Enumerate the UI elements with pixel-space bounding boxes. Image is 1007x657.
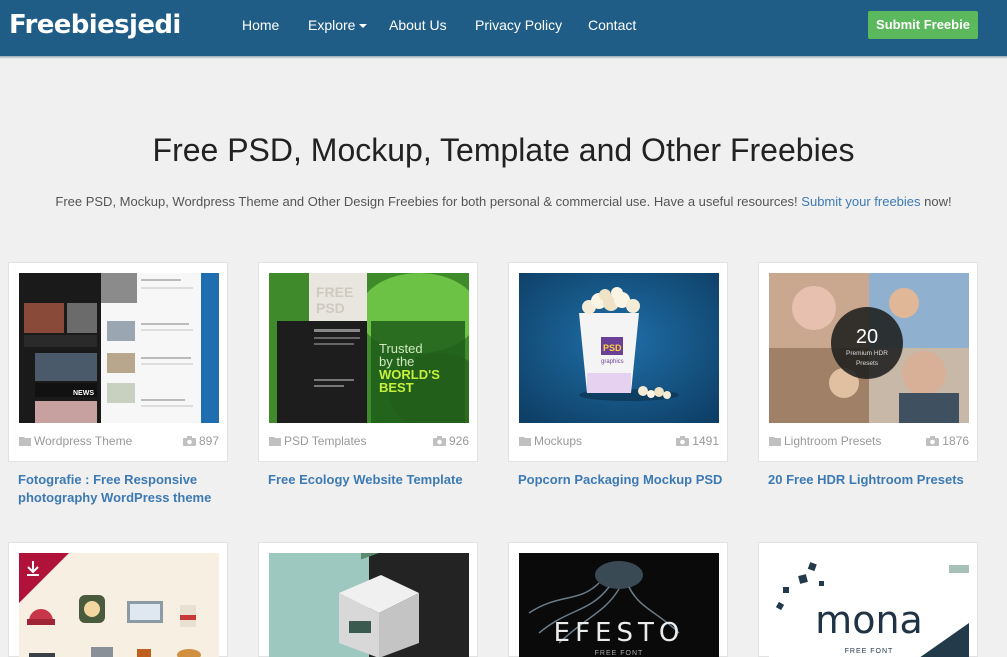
card-category[interactable]: Mockups [519,434,582,448]
views-count: 926 [448,434,469,448]
thumb-presets-line1: Premium HDR [846,350,888,357]
nav-privacy[interactable]: Privacy Policy [475,17,562,33]
thumb-efesto-title: EFESTO [554,618,685,648]
subtitle-text: Free PSD, Mockup, Wordpress Theme and Ot… [55,194,798,209]
thumb-mona-title: mona [815,598,923,642]
nav-about[interactable]: About Us [389,17,447,33]
card-thumbnail[interactable]: NEWS [19,273,219,423]
card-title[interactable]: Fotografie : Free Responsive photography… [18,471,228,507]
card-thumbnail[interactable]: PSD graphics [519,273,719,423]
views-count: 1876 [942,434,969,448]
thumb-psd-label: PSD [316,300,345,316]
freebie-card [258,542,478,657]
freebie-card: mona FREE FONT [758,542,978,657]
camera-icon [926,436,940,446]
category-label: Wordpress Theme [34,434,133,448]
thumb-best-label: BEST [379,380,414,395]
folder-icon [269,437,281,446]
camera-icon [182,436,196,446]
page-subtitle: Free PSD, Mockup, Wordpress Theme and Ot… [0,194,1007,209]
category-label: Lightroom Presets [784,434,882,448]
views-count: 1491 [692,434,719,448]
submit-freebies-link[interactable]: Submit your freebies [801,194,920,209]
card-thumbnail[interactable]: 20 Premium HDR Presets [769,273,969,423]
card-thumbnail[interactable]: FREE PSD Trusted by the WORLD'S BEST [269,273,469,423]
card-views: 1876 [926,434,969,448]
folder-icon [519,437,531,446]
freebie-card: NEWS Wordpress Theme 897 [8,262,228,462]
caret-down-icon [359,24,368,29]
card-views: 926 [432,434,469,448]
card-category[interactable]: PSD Templates [269,434,366,448]
folder-icon [19,437,31,446]
thumb-efesto-sub: FREE FONT [595,650,644,657]
submit-freebie-button[interactable]: Submit Freebie [868,11,978,39]
card-views: 897 [182,434,219,448]
views-count: 897 [198,434,219,448]
card-views: 1491 [676,434,719,448]
card-thumbnail[interactable] [19,553,219,657]
nav-explore[interactable]: Explore [308,17,368,33]
camera-icon [432,436,446,446]
freebie-card: EFESTO FREE FONT [508,542,728,657]
navbar-shadow [0,56,1007,59]
card-thumbnail[interactable]: EFESTO FREE FONT [519,553,719,657]
freebie-card [8,542,228,657]
thumb-free-label: FREE [316,284,353,300]
thumb-brand-sub: graphics [601,359,624,365]
top-navbar: Freebiesjedi Home Explore About Us Priva… [0,0,1007,56]
nav-contact[interactable]: Contact [588,17,636,33]
card-title[interactable]: Popcorn Packaging Mockup PSD [518,471,728,489]
thumb-mona-sub: FREE FONT [845,648,894,655]
folder-icon [769,437,781,446]
card-title[interactable]: 20 Free HDR Lightroom Presets [768,471,978,489]
thumb-brand-label: PSD [603,343,622,353]
card-thumbnail[interactable]: mona FREE FONT [769,553,969,657]
nav-explore-label: Explore [308,17,356,33]
category-label: PSD Templates [284,434,367,448]
page-title: Free PSD, Mockup, Template and Other Fre… [152,132,855,168]
card-category[interactable]: Lightroom Presets [769,434,881,448]
thumb-news-label: NEWS [73,390,94,397]
camera-icon [676,436,690,446]
subtitle-end: now! [924,194,952,209]
card-title[interactable]: Free Ecology Website Template [268,471,478,489]
thumb-presets-line2: Presets [856,360,879,367]
card-thumbnail[interactable] [269,553,469,657]
category-label: Mockups [534,434,583,448]
freebie-card: 20 Premium HDR Presets Lightroom Presets… [758,262,978,462]
thumb-number-label: 20 [856,326,878,348]
freebie-card: PSD graphics Mockups 1491 [508,262,728,462]
site-logo[interactable]: Freebiesjedi [9,10,181,40]
nav-home[interactable]: Home [242,17,279,33]
freebie-card: FREE PSD Trusted by the WORLD'S BEST PSD… [258,262,478,462]
card-category[interactable]: Wordpress Theme [19,434,132,448]
